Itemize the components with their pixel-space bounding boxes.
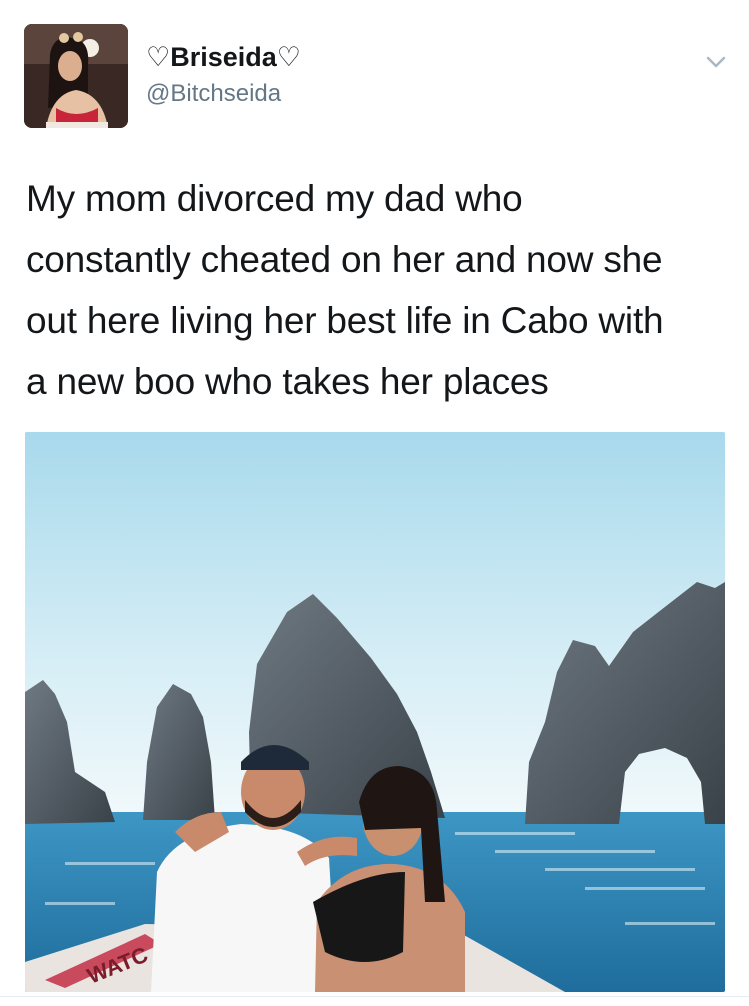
tweet-card: ♡Briseida♡ @Bitchseida My mom divorced m… <box>0 0 749 1006</box>
avatar-image <box>24 24 128 128</box>
display-name[interactable]: ♡Briseida♡ <box>146 42 301 73</box>
tweet-text: My mom divorced my dad who constantly ch… <box>26 178 664 402</box>
user-handle[interactable]: @Bitchseida <box>146 80 281 108</box>
chevron-down-icon[interactable] <box>704 50 728 74</box>
avatar[interactable] <box>24 24 128 128</box>
tweet-header: ♡Briseida♡ @Bitchseida <box>24 24 726 128</box>
tweet-photo[interactable]: WATC <box>25 432 725 992</box>
divider <box>0 996 749 997</box>
cabo-boat-photo: WATC <box>25 432 725 992</box>
